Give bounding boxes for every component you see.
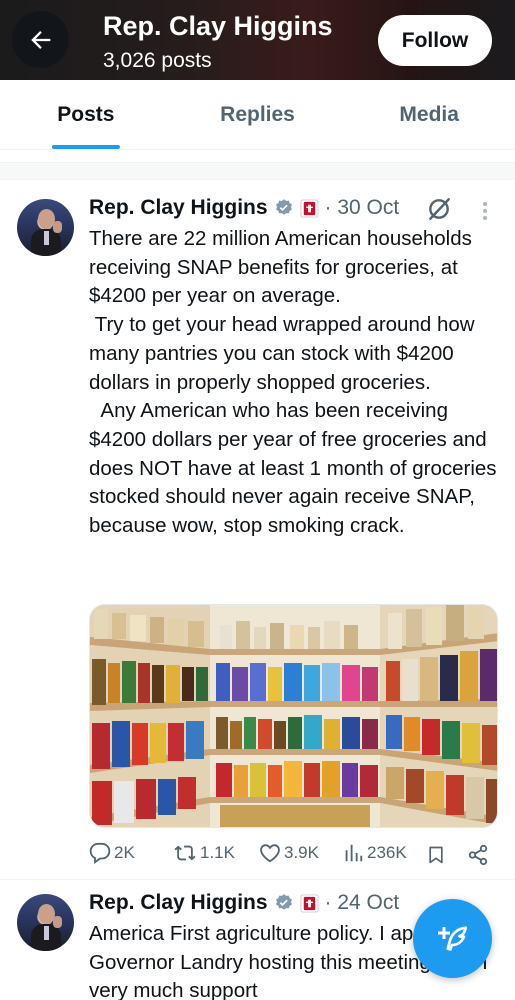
government-flag-icon <box>300 893 319 913</box>
arrow-left-icon <box>30 30 50 49</box>
avatar[interactable] <box>17 894 74 951</box>
tab-replies[interactable]: Replies <box>172 80 344 149</box>
author-name[interactable]: Rep. Clay Higgins <box>89 196 268 220</box>
posts-count: 3,026 posts <box>103 49 212 72</box>
author-name[interactable]: Rep. Clay Higgins <box>89 891 268 915</box>
tweet-actions: 2K 1.1K 3.9K 236K <box>89 840 504 870</box>
avatar[interactable] <box>17 199 74 256</box>
repost-count: 1.1K <box>200 843 235 862</box>
back-button[interactable] <box>12 11 69 68</box>
tweet-date[interactable]: · 24 Oct <box>325 891 400 915</box>
more-options-icon[interactable] <box>478 200 492 222</box>
pantry-photo <box>90 605 497 827</box>
repost-icon <box>174 845 196 861</box>
views-button[interactable]: 236K <box>342 842 407 864</box>
tweet-header: Rep. Clay Higgins · 30 Oct <box>89 196 399 220</box>
views-chart-icon <box>345 844 363 862</box>
tweet-header: Rep. Clay Higgins · 24 Oct <box>89 891 399 915</box>
tab-posts[interactable]: Posts <box>0 80 172 149</box>
views-count: 236K <box>367 843 407 862</box>
tweet-separator <box>0 879 515 880</box>
tab-media[interactable]: Media <box>343 80 515 149</box>
reply-count: 2K <box>114 843 135 862</box>
verified-badge-icon <box>275 894 292 910</box>
share-icon[interactable] <box>467 844 489 866</box>
tweet-text: There are 22 million American households… <box>89 227 497 538</box>
verified-badge-icon <box>275 199 292 215</box>
like-button[interactable]: 3.9K <box>259 842 319 864</box>
repost-button[interactable]: 1.1K <box>173 842 235 864</box>
profile-header: Rep. Clay Higgins 3,026 posts Follow <box>0 0 515 80</box>
like-count: 3.9K <box>284 843 319 862</box>
tweet-date[interactable]: · 30 Oct <box>325 196 400 220</box>
bookmark-icon[interactable] <box>426 844 446 866</box>
reply-icon <box>89 842 111 864</box>
reply-button[interactable]: 2K <box>89 842 135 864</box>
compose-button[interactable] <box>413 899 492 978</box>
heart-icon <box>260 844 280 863</box>
grok-icon[interactable] <box>426 196 452 222</box>
follow-button[interactable]: Follow <box>378 15 492 66</box>
tweet-image[interactable] <box>89 604 498 828</box>
profile-name: Rep. Clay Higgins <box>103 11 333 41</box>
government-flag-icon <box>300 198 319 218</box>
profile-tabs: Posts Replies Media <box>0 80 515 150</box>
compose-feather-icon <box>437 925 467 951</box>
section-divider <box>0 162 515 180</box>
